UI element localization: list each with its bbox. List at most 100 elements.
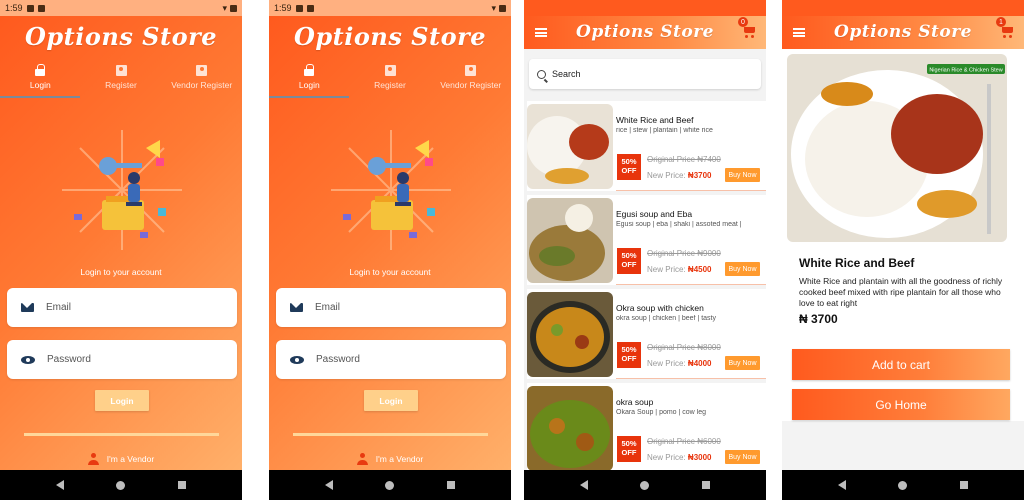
recents-icon[interactable]	[446, 481, 455, 489]
login-button[interactable]: Login	[364, 390, 418, 411]
buy-now-button[interactable]: Buy Now	[725, 168, 760, 182]
tab-register[interactable]: Register	[81, 56, 162, 98]
back-icon[interactable]	[325, 480, 334, 490]
eye-icon[interactable]	[21, 355, 35, 364]
home-icon[interactable]	[640, 480, 650, 490]
tab-login[interactable]: Login	[0, 56, 81, 98]
home-icon[interactable]	[898, 480, 908, 490]
tab-indicator	[0, 96, 80, 98]
wifi-icon: ▾	[222, 2, 227, 13]
search-placeholder: Search	[552, 69, 581, 79]
system-nav-bar	[782, 470, 1024, 500]
buy-now-button[interactable]: Buy Now	[725, 356, 760, 370]
list-item[interactable]: Okra soup with chicken okra soup | chick…	[527, 289, 766, 379]
tab-register[interactable]: Register	[350, 56, 431, 98]
notification-icon	[26, 4, 34, 12]
buy-now-button[interactable]: Buy Now	[725, 262, 760, 276]
vendor-link[interactable]: I'm a Vendor	[269, 453, 511, 465]
original-price: Original Price ₦9000	[647, 249, 721, 258]
home-icon[interactable]	[116, 480, 126, 490]
product-detail: Nigerian Rice & Chicken Stew White Rice …	[782, 49, 1024, 470]
new-price-label: New Price:	[647, 265, 686, 274]
list-item[interactable]: White Rice and Beef rice | stew | planta…	[527, 101, 766, 191]
buy-now-button[interactable]: Buy Now	[725, 450, 760, 464]
recents-icon[interactable]	[701, 481, 710, 489]
badge-icon	[196, 64, 208, 76]
app-logo: Options Store	[834, 22, 972, 42]
tab-vendor-register[interactable]: Vendor Register	[161, 56, 242, 98]
item-tags: okra soup | chicken | beef | tasty	[616, 315, 717, 322]
lock-icon	[35, 64, 46, 76]
vendor-link-label: I'm a Vendor	[106, 454, 155, 464]
mail-icon	[21, 303, 34, 312]
app-logo: Options Store	[293, 22, 487, 51]
tab-vendor-register[interactable]: Vendor Register	[430, 56, 511, 98]
product-price: ₦ 3700	[799, 312, 838, 326]
password-field[interactable]: Password	[276, 340, 506, 379]
search-icon	[537, 69, 546, 79]
new-price-value: ₦4000	[687, 359, 712, 368]
badge-icon	[465, 64, 477, 76]
item-title: Okra soup with chicken	[616, 303, 704, 313]
home-icon[interactable]	[385, 480, 395, 490]
eye-icon[interactable]	[290, 355, 304, 364]
tab-indicator	[269, 96, 349, 98]
email-field[interactable]: Email	[276, 288, 506, 327]
password-placeholder: Password	[47, 354, 91, 365]
divider	[293, 433, 488, 436]
divider	[616, 190, 766, 191]
list-item[interactable]: Egusi soup and Eba Egusi soup | eba | sh…	[527, 195, 766, 285]
app-logo: Options Store	[576, 22, 714, 42]
food-image	[527, 198, 613, 283]
recents-icon[interactable]	[959, 481, 968, 489]
discount-label: OFF	[621, 354, 637, 363]
vendor-icon	[87, 453, 101, 465]
menu-icon[interactable]	[535, 28, 547, 37]
auth-tabs: Login Register Vendor Register	[0, 56, 242, 98]
login-illustration	[62, 130, 182, 250]
recents-icon[interactable]	[177, 481, 186, 489]
menu-icon[interactable]	[793, 28, 805, 37]
product-title: White Rice and Beef	[799, 256, 915, 270]
status-bar: 1:59 ▾	[269, 0, 511, 16]
tab-label: Register	[105, 79, 137, 90]
status-time: 1:59	[274, 3, 292, 13]
email-placeholder: Email	[315, 302, 341, 313]
notification-icon	[306, 4, 314, 12]
login-subtitle: Login to your account	[80, 267, 162, 277]
new-price-label: New Price:	[647, 453, 686, 462]
list-item[interactable]: okra soup Okara Soup | pomo | cow leg 50…	[527, 383, 766, 473]
status-time: 1:59	[5, 3, 23, 13]
item-tags: rice | stew | plantain | white rice	[616, 127, 713, 134]
food-image: Nigerian Rice & Chicken Stew	[787, 54, 1007, 242]
food-image	[527, 386, 613, 471]
back-icon[interactable]	[580, 480, 589, 490]
food-image	[527, 292, 613, 377]
tab-label: Login	[29, 80, 51, 90]
original-price: Original Price ₦7400	[647, 155, 721, 164]
password-field[interactable]: Password	[7, 340, 237, 379]
vendor-link[interactable]: I'm a Vendor	[0, 453, 242, 465]
product-list: Search White Rice and Beef rice | stew |…	[524, 49, 766, 473]
cart-icon[interactable]	[743, 26, 756, 38]
back-icon[interactable]	[56, 480, 65, 490]
cart-icon[interactable]	[1001, 26, 1014, 38]
new-price-value: ₦4500	[687, 265, 712, 274]
tab-label: Vendor Register	[440, 79, 502, 90]
discount-label: OFF	[621, 166, 637, 175]
new-price: New Price: ₦3700	[647, 171, 712, 180]
system-nav-bar	[269, 470, 511, 500]
tab-label: Vendor Register	[171, 79, 233, 90]
login-subtitle: Login to your account	[349, 267, 431, 277]
back-icon[interactable]	[838, 480, 847, 490]
email-field[interactable]: Email	[7, 288, 237, 327]
item-title: Egusi soup and Eba	[616, 209, 693, 219]
tab-login[interactable]: Login	[269, 56, 350, 98]
login-button[interactable]: Login	[95, 390, 149, 411]
add-to-cart-button[interactable]: Add to cart	[792, 349, 1010, 380]
new-price-label: New Price:	[647, 171, 686, 180]
go-home-button[interactable]: Go Home	[792, 389, 1010, 420]
login-screen: Options Store Login Register Vendor Regi…	[0, 16, 242, 470]
search-input[interactable]: Search	[529, 59, 761, 89]
app-bar: Options Store 1	[782, 16, 1024, 49]
